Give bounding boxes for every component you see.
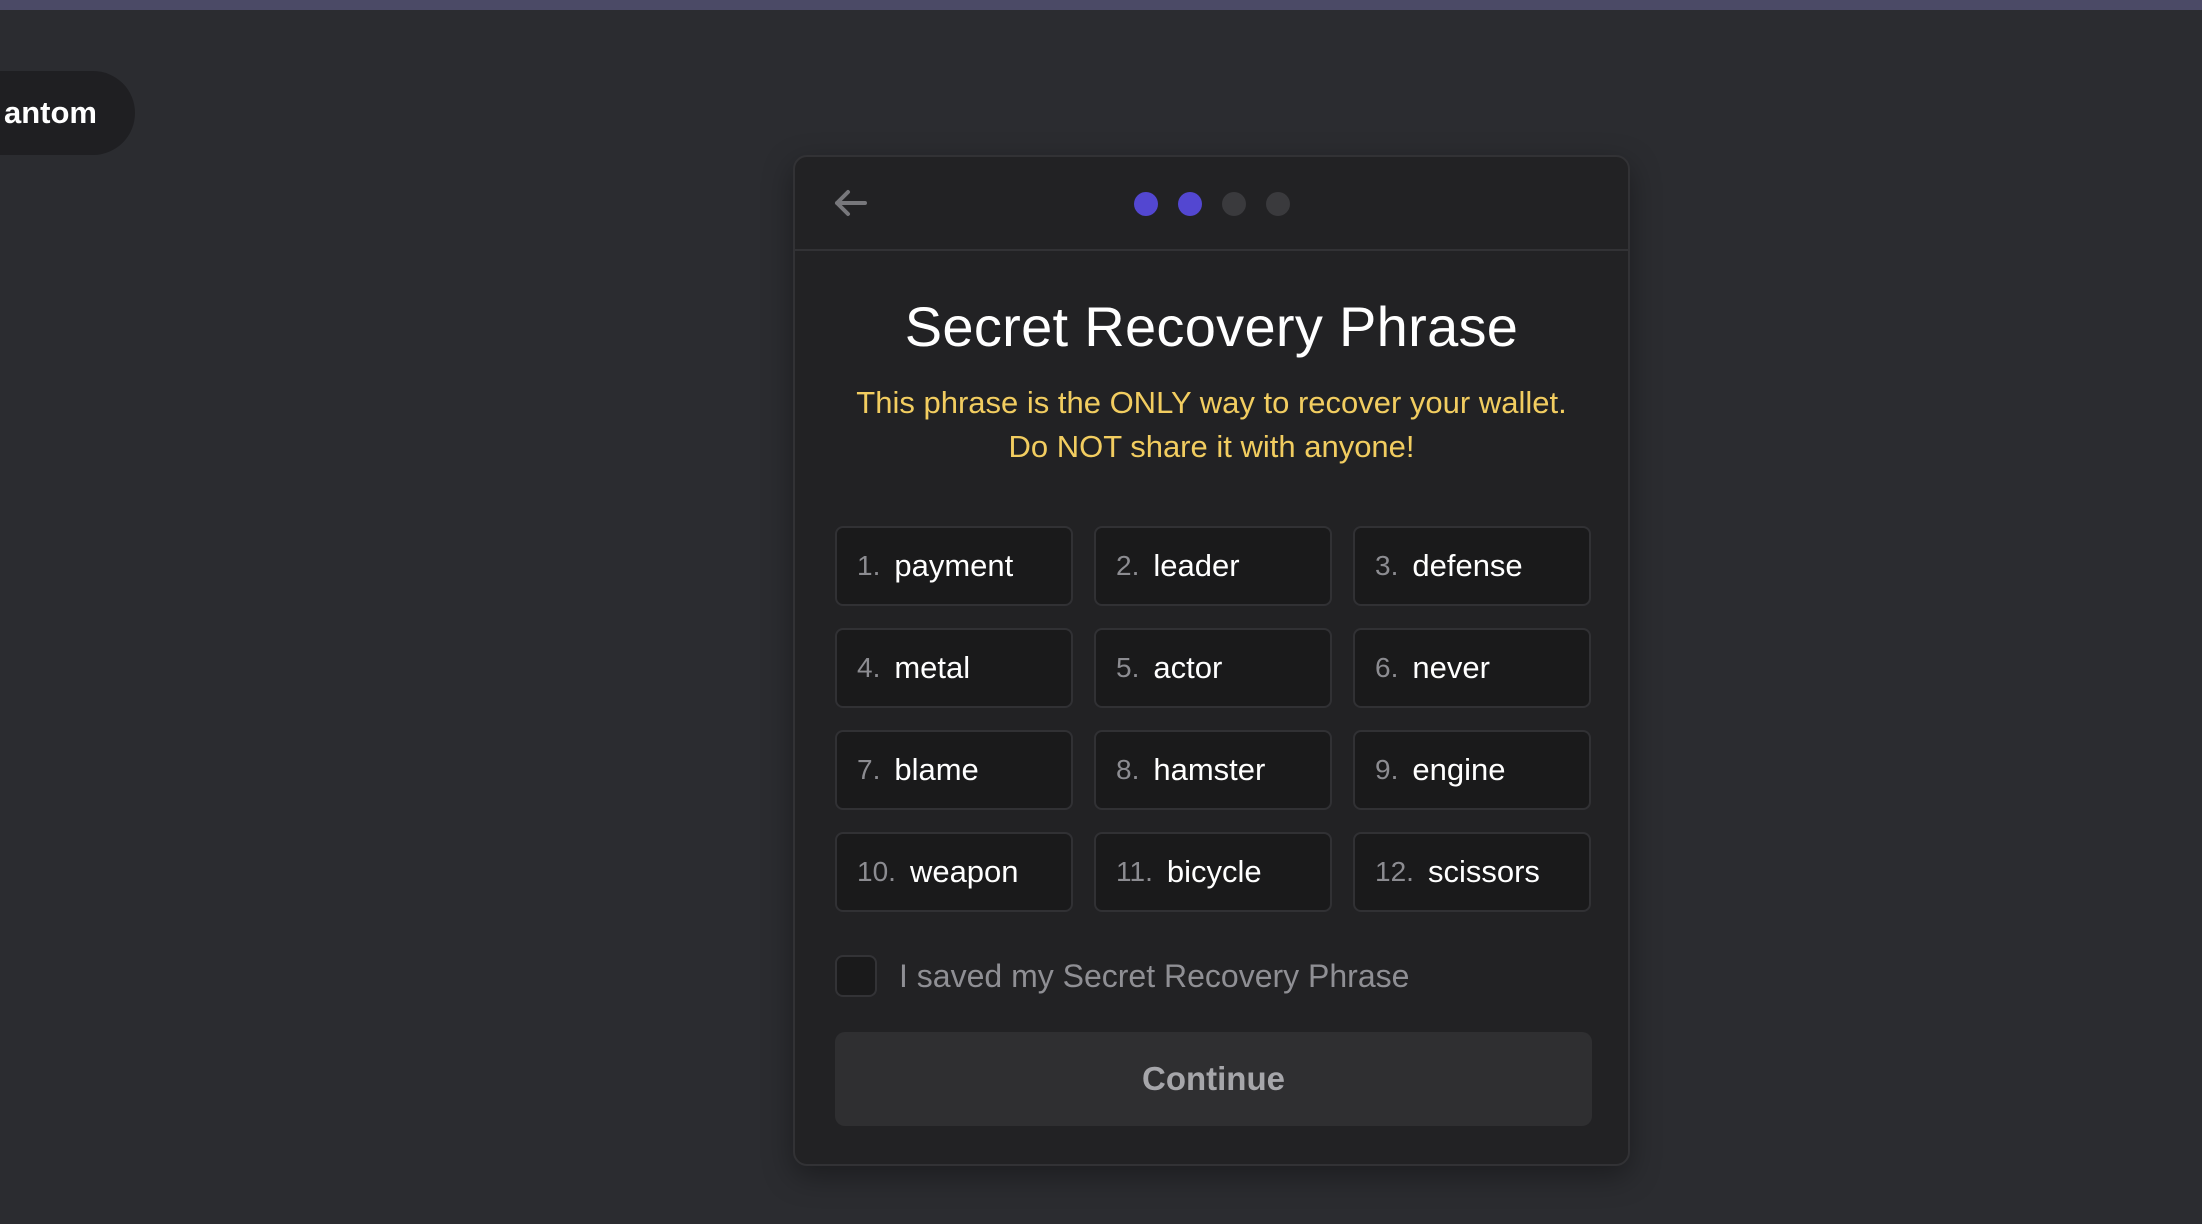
recovery-word: 5. actor bbox=[1094, 628, 1332, 708]
recovery-word-number: 7. bbox=[857, 754, 881, 785]
recovery-word-number: 8. bbox=[1116, 754, 1140, 785]
recovery-word-text: scissors bbox=[1427, 854, 1540, 889]
recovery-word-number: 3. bbox=[1375, 550, 1399, 581]
recovery-word: 10. weapon bbox=[835, 832, 1073, 912]
brand-label: antom bbox=[4, 95, 97, 130]
recovery-word-text: bicycle bbox=[1166, 854, 1262, 889]
brand-badge: antom bbox=[0, 71, 135, 155]
recovery-word-number: 12. bbox=[1375, 856, 1414, 887]
recovery-word-number: 11. bbox=[1116, 856, 1153, 887]
recovery-word-text: metal bbox=[894, 650, 971, 685]
recovery-word-number: 6. bbox=[1375, 652, 1399, 683]
recovery-word: 12. scissors bbox=[1353, 832, 1591, 912]
recovery-word: 9. engine bbox=[1353, 730, 1591, 810]
card-header bbox=[795, 157, 1628, 251]
page-title: Secret Recovery Phrase bbox=[904, 295, 1519, 358]
recovery-word: 1. payment bbox=[835, 526, 1073, 606]
recovery-word-text: actor bbox=[1153, 650, 1223, 685]
onboarding-card: Secret Recovery Phrase This phrase is th… bbox=[793, 155, 1630, 1166]
recovery-word-number: 4. bbox=[857, 652, 881, 683]
recovery-word-number: 1. bbox=[857, 550, 881, 581]
step-dot bbox=[1133, 192, 1158, 216]
recovery-word-number: 9. bbox=[1375, 754, 1399, 785]
browser-top-strip bbox=[0, 0, 2202, 10]
recovery-word-number: 5. bbox=[1116, 652, 1140, 683]
recovery-word: 6. never bbox=[1353, 628, 1591, 708]
continue-button[interactable]: Continue bbox=[835, 1032, 1592, 1126]
recovery-word: 8. hamster bbox=[1094, 730, 1332, 810]
recovery-word-text: never bbox=[1412, 650, 1490, 685]
recovery-word-text: weapon bbox=[909, 854, 1019, 889]
recovery-word-text: hamster bbox=[1153, 752, 1266, 787]
recovery-word-text: blame bbox=[894, 752, 979, 787]
recovery-word-text: leader bbox=[1153, 548, 1240, 583]
recovery-word-text: engine bbox=[1412, 752, 1506, 787]
recovery-word: 2. leader bbox=[1094, 526, 1332, 606]
step-dot bbox=[1265, 192, 1290, 216]
step-dot bbox=[1177, 192, 1202, 216]
recovery-word-number: 10. bbox=[857, 856, 896, 887]
recovery-word: 4. metal bbox=[835, 628, 1073, 708]
recovery-word: 3. defense bbox=[1353, 526, 1591, 606]
saved-checkbox-label[interactable]: I saved my Secret Recovery Phrase bbox=[899, 958, 1409, 995]
recovery-word-number: 2. bbox=[1116, 550, 1140, 581]
saved-checkbox[interactable] bbox=[835, 955, 877, 997]
recovery-word: 11. bicycle bbox=[1094, 832, 1332, 912]
recovery-word-text: payment bbox=[894, 548, 1014, 583]
step-dot bbox=[1221, 192, 1246, 216]
recovery-word-text: defense bbox=[1412, 548, 1523, 583]
recovery-phrase-grid: 1. payment 2. leader 3. defense 4. metal 5. actor… bbox=[835, 526, 1592, 912]
step-progress-indicator bbox=[795, 192, 1628, 216]
recovery-word: 7. blame bbox=[835, 730, 1073, 810]
warning-text: This phrase is the ONLY way to recover y… bbox=[856, 385, 1567, 465]
saved-confirmation[interactable]: I saved my Secret Recovery Phrase bbox=[835, 955, 1409, 997]
